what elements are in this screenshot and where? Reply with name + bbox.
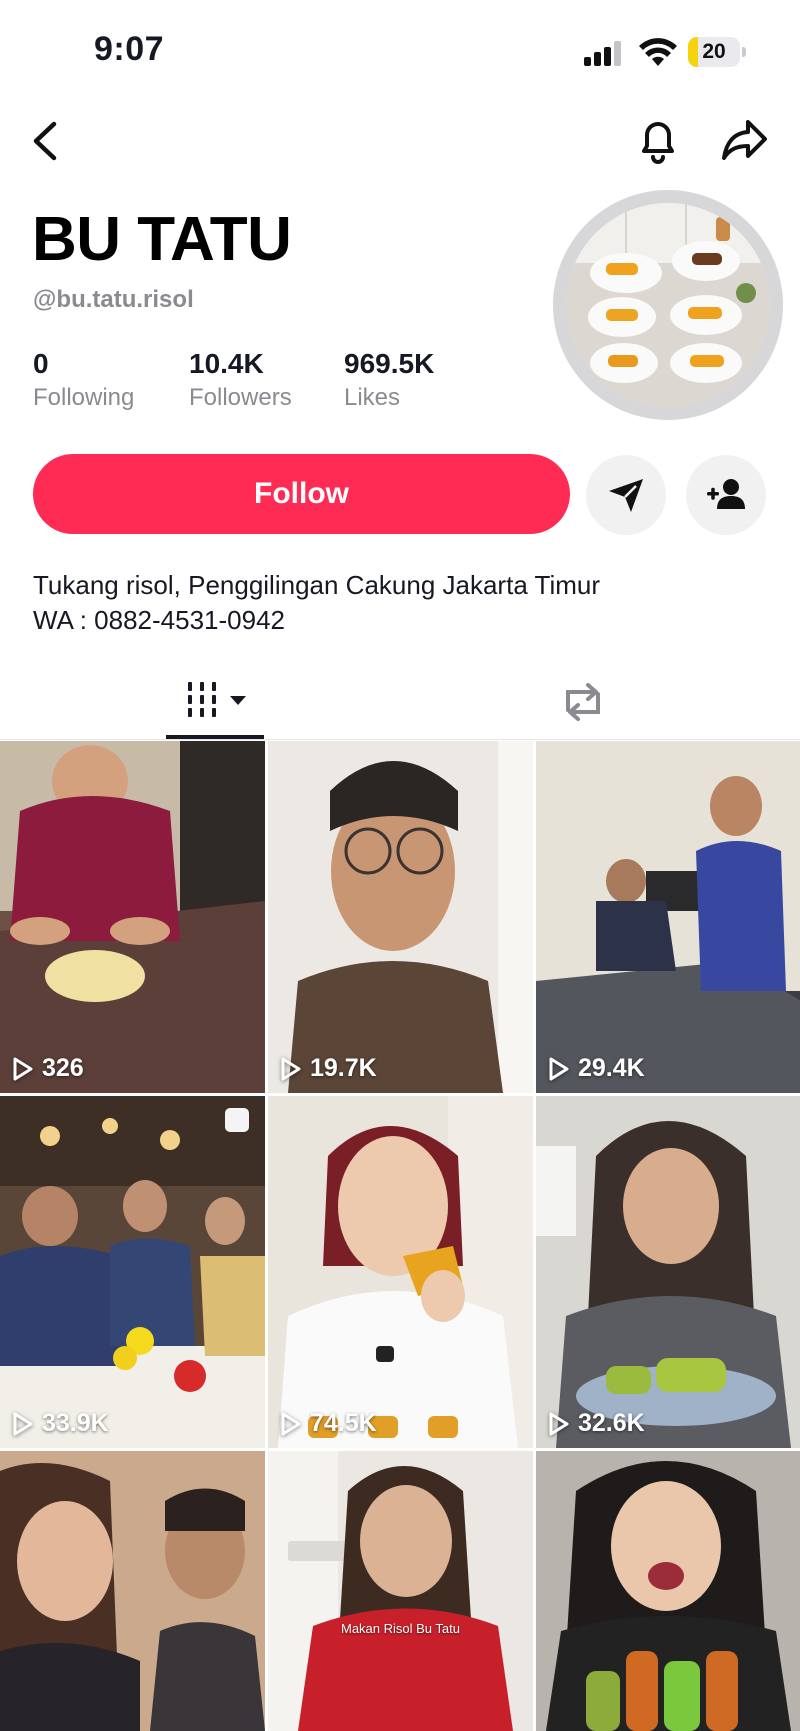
tab-videos[interactable]	[186, 672, 250, 742]
stat-label: Following	[33, 384, 135, 411]
chevron-left-icon[interactable]	[26, 118, 66, 164]
battery-level: 20	[702, 40, 726, 63]
grid-icon	[188, 682, 246, 717]
view-count: 19.7K	[280, 1054, 377, 1083]
view-count: 32.6K	[548, 1409, 645, 1438]
stat-following[interactable]: 0 Following	[33, 348, 134, 412]
view-count: 326	[12, 1054, 84, 1083]
stat-likes[interactable]: 969.5K Likes	[344, 348, 434, 412]
play-icon	[549, 1057, 569, 1080]
play-icon	[549, 1412, 569, 1435]
video-thumbnail[interactable]: 19.7K	[268, 741, 533, 1093]
video-thumbnail[interactable]	[536, 1451, 800, 1731]
video-caption: Makan Risol Bu Tatu	[341, 1621, 460, 1636]
wifi-icon	[638, 36, 678, 68]
avatar[interactable]	[566, 203, 770, 407]
play-icon	[281, 1057, 301, 1080]
video-thumbnail[interactable]	[0, 1451, 265, 1731]
add-friend-button[interactable]	[686, 455, 766, 535]
share-arrow-icon[interactable]	[720, 118, 768, 162]
view-count-text: 326	[42, 1054, 84, 1082]
view-count: 29.4K	[548, 1054, 645, 1083]
multi-photo-icon	[225, 1108, 249, 1132]
stat-label: Likes	[344, 384, 401, 411]
view-count: 33.9K	[12, 1409, 109, 1438]
message-button[interactable]	[586, 455, 666, 535]
profile-handle: @bu.tatu.risol	[33, 286, 194, 313]
view-count-text: 74.5K	[310, 1409, 377, 1437]
bio-phone: WA : 0882-4531-0942	[33, 605, 285, 635]
battery-icon: 20	[688, 37, 746, 67]
view-count-text: 19.7K	[310, 1054, 377, 1082]
view-count: 74.5K	[280, 1409, 377, 1438]
bio: Tukang risol, Penggilingan Cakung Jakart…	[33, 568, 600, 638]
follow-button[interactable]: Follow	[33, 454, 570, 534]
divider	[0, 739, 800, 740]
view-count-text: 33.9K	[42, 1409, 109, 1437]
play-icon	[13, 1412, 33, 1435]
send-icon	[609, 479, 643, 512]
view-count-text: 29.4K	[578, 1054, 645, 1082]
stat-value: 10.4K	[189, 348, 264, 379]
profile-name: BU TATU	[32, 205, 292, 274]
video-thumbnail[interactable]: 74.5K	[268, 1096, 533, 1448]
video-thumbnail[interactable]: 29.4K	[536, 741, 800, 1093]
signal-icon	[584, 40, 624, 66]
video-thumbnail[interactable]: 33.9K	[0, 1096, 265, 1448]
view-count-text: 32.6K	[578, 1409, 645, 1437]
video-thumbnail[interactable]: 326	[0, 741, 265, 1093]
bell-icon[interactable]	[636, 116, 680, 164]
stat-label: Followers	[189, 384, 292, 411]
bio-line: Tukang risol, Penggilingan Cakung Jakart…	[33, 570, 600, 600]
play-icon	[13, 1057, 33, 1080]
video-thumbnail[interactable]: Makan Risol Bu Tatu	[268, 1451, 533, 1731]
play-icon	[281, 1412, 301, 1435]
stat-value: 969.5K	[344, 348, 435, 379]
tab-reposts[interactable]	[560, 672, 606, 742]
add-user-icon	[707, 479, 745, 509]
video-thumbnail[interactable]: 32.6K	[536, 1096, 800, 1448]
stat-value: 0	[33, 348, 49, 379]
status-bar: 9:07 20	[0, 0, 800, 104]
repost-icon	[566, 683, 600, 721]
stat-followers[interactable]: 10.4K Followers	[189, 348, 292, 412]
caret-down-icon	[230, 696, 246, 705]
status-time: 9:07	[94, 30, 165, 68]
